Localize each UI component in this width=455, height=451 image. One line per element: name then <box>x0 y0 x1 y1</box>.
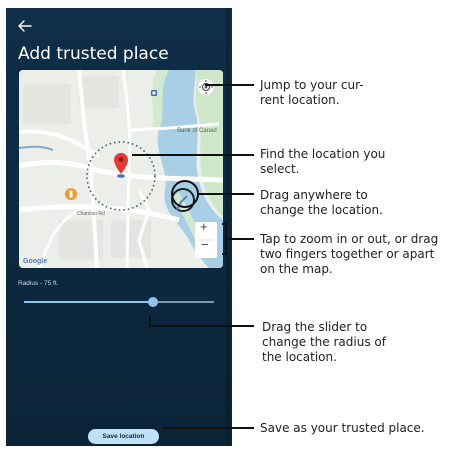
callout-zoom-line2: two fingers together or apart <box>260 247 435 261</box>
callout-zoom: Tap to zoom in or out, or drag two finge… <box>260 232 438 277</box>
callout-save-line1: Save as your trusted place. <box>260 421 425 435</box>
callout-slider: Drag the slider to change the radius of … <box>262 320 386 365</box>
callout-slider-line2: change the radius of <box>262 335 386 349</box>
callout-drag-line1: Drag anywhere to <box>260 188 368 202</box>
callout-zoom-line1: Tap to zoom in or out, or drag <box>260 232 439 246</box>
callout-find-line1: Find the location you <box>260 147 386 161</box>
callout-jump-line1: Jump to your cur- <box>260 78 364 92</box>
callout-jump-line2: rent location. <box>260 93 340 107</box>
callout-jump: Jump to your cur- rent location. <box>260 78 364 108</box>
callout-slider-line1: Drag the slider to <box>262 320 368 334</box>
callout-find-line2: select. <box>260 162 300 176</box>
callout-lines <box>132 84 254 429</box>
callout-slider-line3: the location. <box>262 350 337 364</box>
callout-zoom-line3: on the map. <box>260 262 333 276</box>
callout-drag: Drag anywhere to change the location. <box>260 188 383 218</box>
callout-save: Save as your trusted place. <box>260 421 425 436</box>
callout-drag-line2: change the location. <box>260 203 383 217</box>
callout-find: Find the location you select. <box>260 147 385 177</box>
